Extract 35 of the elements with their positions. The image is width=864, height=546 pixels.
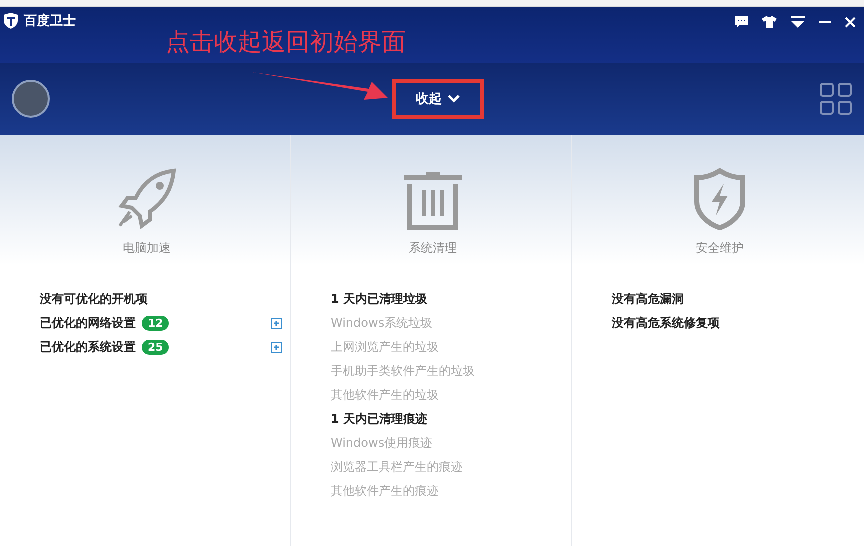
list-item-text: 已优化的网络设置 <box>40 314 136 332</box>
rocket-icon <box>116 168 178 230</box>
list-item-text: 没有可优化的开机项 <box>40 290 148 308</box>
list-item-text: 没有高危系统修复项 <box>612 314 720 332</box>
avatar[interactable] <box>12 80 50 118</box>
expand-icon[interactable] <box>271 318 282 328</box>
list-item-text: Windows系统垃圾 <box>331 314 433 332</box>
list-item-text: 1 天内已清理痕迹 <box>331 410 428 428</box>
list-item-text: 浏览器工具栏产生的痕迹 <box>331 458 463 476</box>
shield-logo-icon <box>4 13 18 29</box>
list-item-text: 没有高危漏洞 <box>612 290 684 308</box>
section-title[interactable]: 系统清理 <box>409 240 457 257</box>
list-item-text: 其他软件产生的痕迹 <box>331 482 439 500</box>
collapse-button[interactable]: 收起 <box>392 79 484 119</box>
expand-icon[interactable] <box>271 342 282 352</box>
annotation-text: 点击收起返回初始界面 <box>166 27 406 58</box>
trash-icon <box>404 172 462 230</box>
list-item-text: 1 天内已清理垃圾 <box>331 290 428 308</box>
window-title: 百度卫士 <box>24 13 76 31</box>
menu-icon[interactable] <box>791 16 805 28</box>
grid-icon[interactable] <box>820 83 852 115</box>
list-item-text: 其他软件产生的垃圾 <box>331 386 439 404</box>
count-badge: 12 <box>142 316 170 330</box>
section-title[interactable]: 电脑加速 <box>123 240 171 257</box>
close-icon[interactable] <box>845 16 856 28</box>
list-item-text: 上网浏览产生的垃圾 <box>331 338 439 356</box>
section-title[interactable]: 安全维护 <box>696 240 744 257</box>
count-badge: 25 <box>142 340 170 354</box>
list-item-text: 手机助手类软件产生的垃圾 <box>331 362 475 380</box>
list-item-text: 已优化的系统设置 <box>40 338 136 356</box>
message-icon[interactable] <box>735 16 748 28</box>
chevron-down-icon <box>448 95 460 103</box>
shield-icon <box>694 168 746 230</box>
shirt-icon[interactable] <box>762 16 777 28</box>
list-item-text: Windows使用痕迹 <box>331 434 433 452</box>
